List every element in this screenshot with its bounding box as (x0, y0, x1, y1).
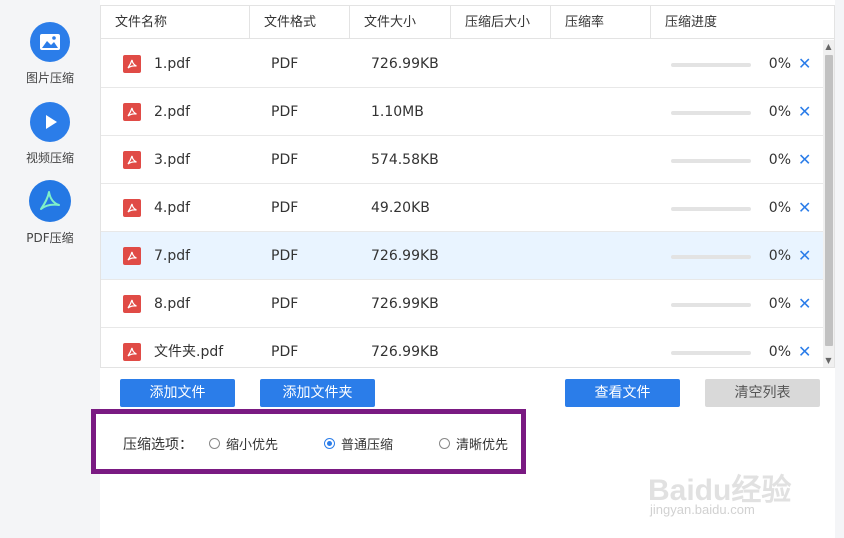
table-row[interactable]: 8.pdf PDF 726.99KB 0% ✕ (101, 280, 823, 328)
image-icon (30, 22, 70, 62)
play-icon (30, 102, 70, 142)
file-size: 574.58KB (371, 152, 439, 168)
remove-file-icon[interactable]: ✕ (798, 328, 811, 367)
file-table: 文件名称 文件格式 文件大小 压缩后大小 压缩率 压缩进度 1.pdf PDF … (100, 5, 835, 368)
pdf-file-icon (123, 151, 141, 169)
progress-bar (671, 351, 751, 355)
file-format: PDF (271, 200, 299, 216)
compression-options-box: 压缩选项： 缩小优先 普通压缩 清晰优先 (91, 409, 526, 474)
progress-bar (671, 159, 751, 163)
progress-bar (671, 111, 751, 115)
progress-percent: 0% (768, 296, 791, 312)
pdf-file-icon (123, 343, 141, 361)
table-header: 文件名称 文件格式 文件大小 压缩后大小 压缩率 压缩进度 (101, 6, 834, 39)
header-compression-progress[interactable]: 压缩进度 (651, 6, 834, 39)
file-size: 1.10MB (371, 104, 424, 120)
pdf-file-icon (123, 103, 141, 121)
pdf-file-icon (123, 55, 141, 73)
progress-bar (671, 63, 751, 67)
vertical-scrollbar[interactable]: ▲ ▼ (823, 40, 834, 367)
header-file-format[interactable]: 文件格式 (250, 6, 350, 39)
file-size: 49.20KB (371, 200, 430, 216)
file-name: 2.pdf (154, 104, 191, 120)
file-name: 4.pdf (154, 200, 191, 216)
file-size: 726.99KB (371, 248, 439, 264)
pdf-icon (29, 180, 71, 222)
radio-normal-compress[interactable] (324, 438, 335, 449)
file-name: 3.pdf (154, 152, 191, 168)
file-size: 726.99KB (371, 344, 439, 360)
sidebar-item-video-compress[interactable]: 视频压缩 (0, 102, 100, 166)
pdf-file-icon (123, 199, 141, 217)
sidebar-item-label: 视频压缩 (25, 151, 74, 165)
add-file-button[interactable]: 添加文件 (120, 379, 235, 407)
file-format: PDF (271, 248, 299, 264)
file-size: 726.99KB (371, 56, 439, 72)
sidebar-item-pdf-compress[interactable]: PDF压缩 (0, 180, 100, 246)
file-format: PDF (271, 104, 299, 120)
header-compression-rate[interactable]: 压缩率 (551, 6, 651, 39)
remove-file-icon[interactable]: ✕ (798, 136, 811, 184)
header-compressed-size[interactable]: 压缩后大小 (451, 6, 551, 39)
sidebar: 图片压缩 视频压缩 PDF压缩 (0, 0, 100, 538)
compression-options-label: 压缩选项： (123, 437, 193, 453)
progress-percent: 0% (768, 152, 791, 168)
scroll-down-arrow-icon[interactable]: ▼ (823, 354, 834, 367)
file-name: 7.pdf (154, 248, 191, 264)
scroll-up-arrow-icon[interactable]: ▲ (823, 40, 834, 54)
progress-percent: 0% (768, 104, 791, 120)
file-size: 726.99KB (371, 296, 439, 312)
radio-normal-compress-label[interactable]: 普通压缩 (341, 434, 393, 453)
sidebar-item-label: 图片压缩 (25, 71, 74, 85)
progress-percent: 0% (768, 344, 791, 360)
pdf-file-icon (123, 295, 141, 313)
file-format: PDF (271, 56, 299, 72)
remove-file-icon[interactable]: ✕ (798, 40, 811, 88)
progress-bar (671, 255, 751, 259)
file-format: PDF (271, 296, 299, 312)
progress-bar (671, 207, 751, 211)
file-format: PDF (271, 152, 299, 168)
radio-clarity-first-label[interactable]: 清晰优先 (456, 434, 508, 453)
file-name: 文件夹.pdf (154, 344, 224, 360)
radio-clarity-first[interactable] (439, 438, 450, 449)
remove-file-icon[interactable]: ✕ (798, 88, 811, 136)
file-name: 1.pdf (154, 56, 191, 72)
progress-percent: 0% (768, 248, 791, 264)
file-name: 8.pdf (154, 296, 191, 312)
radio-shrink-first-label[interactable]: 缩小优先 (226, 434, 278, 453)
remove-file-icon[interactable]: ✕ (798, 184, 811, 232)
table-row-selected[interactable]: 7.pdf PDF 726.99KB 0% ✕ (101, 232, 823, 280)
sidebar-item-image-compress[interactable]: 图片压缩 (0, 22, 100, 86)
file-format: PDF (271, 344, 299, 360)
view-files-button[interactable]: 查看文件 (565, 379, 680, 407)
header-file-name[interactable]: 文件名称 (101, 6, 250, 39)
header-file-size[interactable]: 文件大小 (350, 6, 451, 39)
table-row[interactable]: 3.pdf PDF 574.58KB 0% ✕ (101, 136, 823, 184)
remove-file-icon[interactable]: ✕ (798, 232, 811, 280)
clear-list-button[interactable]: 清空列表 (705, 379, 820, 407)
sidebar-item-label: PDF压缩 (26, 231, 74, 245)
add-folder-button[interactable]: 添加文件夹 (260, 379, 375, 407)
pdf-file-icon (123, 247, 141, 265)
scroll-thumb[interactable] (825, 55, 833, 346)
main-panel: 文件名称 文件格式 文件大小 压缩后大小 压缩率 压缩进度 1.pdf PDF … (91, 0, 835, 538)
table-row[interactable]: 2.pdf PDF 1.10MB 0% ✕ (101, 88, 823, 136)
table-row[interactable]: 文件夹.pdf PDF 726.99KB 0% ✕ (101, 328, 823, 367)
remove-file-icon[interactable]: ✕ (798, 280, 811, 328)
table-row[interactable]: 4.pdf PDF 49.20KB 0% ✕ (101, 184, 823, 232)
radio-shrink-first[interactable] (209, 438, 220, 449)
progress-percent: 0% (768, 200, 791, 216)
progress-percent: 0% (768, 56, 791, 72)
progress-bar (671, 303, 751, 307)
table-row[interactable]: 1.pdf PDF 726.99KB 0% ✕ (101, 40, 823, 88)
